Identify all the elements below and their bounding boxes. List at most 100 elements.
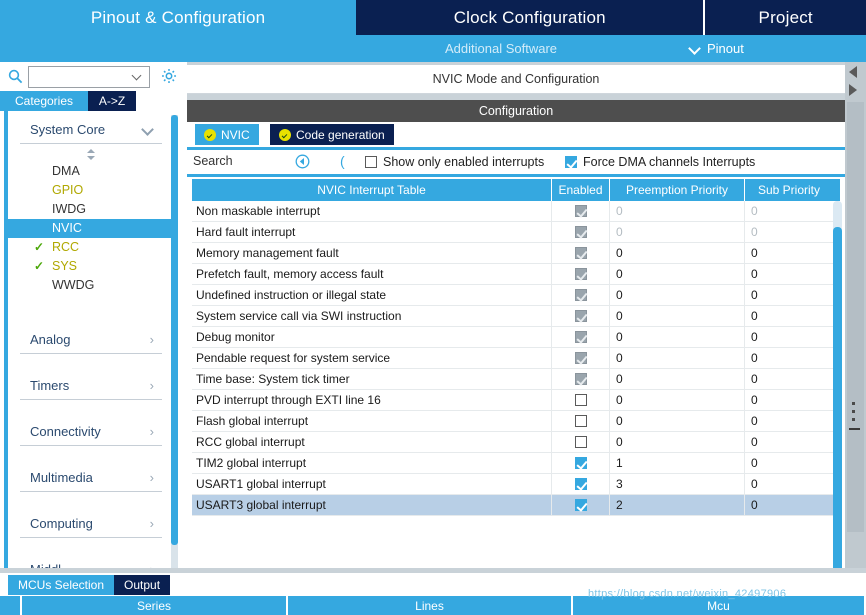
sub-priority-cell[interactable]: 0 [745,201,833,221]
sub-priority-cell[interactable]: 0 [745,285,833,305]
table-scrollbar-thumb[interactable] [833,227,842,575]
interrupt-enabled-cell[interactable] [552,432,610,452]
pinout-menu[interactable]: Pinout [690,41,744,56]
sub-priority-cell[interactable]: 0 [745,411,833,431]
tab-a-to-z[interactable]: A->Z [88,91,136,111]
tab-categories[interactable]: Categories [0,91,88,111]
column-header-preemption-priority[interactable]: Preemption Priority [610,179,745,201]
category-group-connectivity[interactable]: Connectivity › [20,413,162,446]
table-row[interactable]: USART3 global interrupt20 [192,495,840,516]
tab-pinout-configuration[interactable]: Pinout & Configuration [0,0,356,35]
tab-code-generation[interactable]: Code generation [270,124,394,145]
sub-priority-cell[interactable]: 0 [745,243,833,263]
arrow-left-icon[interactable] [849,66,857,78]
preemption-priority-cell[interactable]: 2 [610,495,745,515]
collapse-left-icon[interactable] [295,154,310,169]
table-row[interactable]: Non maskable interrupt00 [192,201,840,222]
interrupt-enabled-cell[interactable] [552,264,610,284]
sidebar-item-rcc[interactable]: ✓ RCC [8,238,174,257]
table-row[interactable]: Prefetch fault, memory access fault00 [192,264,840,285]
column-header-mcu[interactable]: Mcu [573,596,864,615]
sidebar-item-iwdg[interactable]: IWDG [8,200,174,219]
checkbox-icon[interactable] [575,394,587,406]
chevron-down-icon[interactable] [133,72,143,82]
sidebar-item-gpio[interactable]: GPIO [8,181,174,200]
column-header-sub-priority[interactable]: Sub Priority [745,179,833,201]
preemption-priority-cell[interactable]: 0 [610,306,745,326]
sub-priority-cell[interactable]: 0 [745,264,833,284]
checkbox-icon[interactable] [575,436,587,448]
table-row[interactable]: USART1 global interrupt30 [192,474,840,495]
interrupt-enabled-cell[interactable] [552,201,610,221]
interrupt-enabled-cell[interactable] [552,285,610,305]
sidebar-item-nvic[interactable]: NVIC [8,219,174,238]
interrupt-enabled-cell[interactable] [552,306,610,326]
category-group-system-core-header[interactable]: System Core [20,120,162,144]
gear-icon[interactable] [160,67,178,85]
interrupt-enabled-cell[interactable] [552,243,610,263]
interrupt-enabled-cell[interactable] [552,222,610,242]
checkbox-icon[interactable] [365,156,377,168]
table-row[interactable]: System service call via SWI instruction0… [192,306,840,327]
preemption-priority-cell[interactable]: 0 [610,390,745,410]
table-row[interactable]: PVD interrupt through EXTI line 1600 [192,390,840,411]
window-scrollbar-thumb[interactable] [847,102,864,532]
scroll-up-down-icon[interactable] [8,148,174,162]
category-group-connectivity-header[interactable]: Connectivity › [20,422,162,446]
show-only-enabled-checkbox[interactable]: Show only enabled interrupts [365,155,544,169]
checkbox-icon[interactable] [575,415,587,427]
checkbox-icon[interactable] [575,478,587,490]
sub-priority-cell[interactable]: 0 [745,348,833,368]
preemption-priority-cell[interactable]: 0 [610,348,745,368]
interrupt-enabled-cell[interactable] [552,495,610,515]
checkbox-icon[interactable] [565,156,577,168]
category-group-timers[interactable]: Timers › [20,367,162,400]
force-dma-checkbox[interactable]: Force DMA channels Interrupts [565,155,755,169]
sub-priority-cell[interactable]: 0 [745,222,833,242]
preemption-priority-cell[interactable]: 0 [610,432,745,452]
category-group-timers-header[interactable]: Timers › [20,376,162,400]
tab-clock-configuration[interactable]: Clock Configuration [356,0,705,35]
category-search-input[interactable] [28,66,150,88]
column-header-enabled[interactable]: Enabled [552,179,610,201]
sidebar-item-dma[interactable]: DMA [8,162,174,181]
column-header-lines[interactable]: Lines [288,596,573,615]
table-row[interactable]: RCC global interrupt00 [192,432,840,453]
tab-nvic[interactable]: NVIC [195,124,259,145]
preemption-priority-cell[interactable]: 0 [610,222,745,242]
interrupt-enabled-cell[interactable] [552,348,610,368]
window-scrollbar[interactable] [845,62,866,568]
table-row[interactable]: Hard fault interrupt00 [192,222,840,243]
table-row[interactable]: Debug monitor00 [192,327,840,348]
category-group-computing-header[interactable]: Computing › [20,514,162,538]
category-group-system-core[interactable]: System Core [20,111,162,144]
checkbox-icon[interactable] [575,457,587,469]
category-group-computing[interactable]: Computing › [20,505,162,538]
sub-priority-cell[interactable]: 0 [745,453,833,473]
category-group-multimedia[interactable]: Multimedia › [20,459,162,492]
table-row[interactable]: Memory management fault00 [192,243,840,264]
interrupt-enabled-cell[interactable] [552,453,610,473]
preemption-priority-cell[interactable]: 0 [610,243,745,263]
interrupt-enabled-cell[interactable] [552,327,610,347]
arrow-right-icon[interactable] [849,84,857,96]
preemption-priority-cell[interactable]: 0 [610,264,745,284]
table-row[interactable]: Undefined instruction or illegal state00 [192,285,840,306]
tab-output[interactable]: Output [114,575,170,595]
interrupt-enabled-cell[interactable] [552,369,610,389]
checkbox-icon[interactable] [575,499,587,511]
category-scrollbar[interactable] [171,115,178,604]
sub-priority-cell[interactable]: 0 [745,369,833,389]
category-group-multimedia-header[interactable]: Multimedia › [20,468,162,492]
panel-splitter[interactable] [0,568,866,573]
preemption-priority-cell[interactable]: 0 [610,369,745,389]
sidebar-item-sys[interactable]: ✓ SYS [8,257,174,276]
sub-priority-cell[interactable]: 0 [745,306,833,326]
sub-priority-cell[interactable]: 0 [745,495,833,515]
additional-software-menu[interactable]: Additional Software [445,41,557,56]
interrupt-enabled-cell[interactable] [552,474,610,494]
category-group-analog[interactable]: Analog › [20,321,162,354]
column-header-name[interactable]: NVIC Interrupt Table [192,179,552,201]
preemption-priority-cell[interactable]: 0 [610,201,745,221]
sub-priority-cell[interactable]: 0 [745,390,833,410]
